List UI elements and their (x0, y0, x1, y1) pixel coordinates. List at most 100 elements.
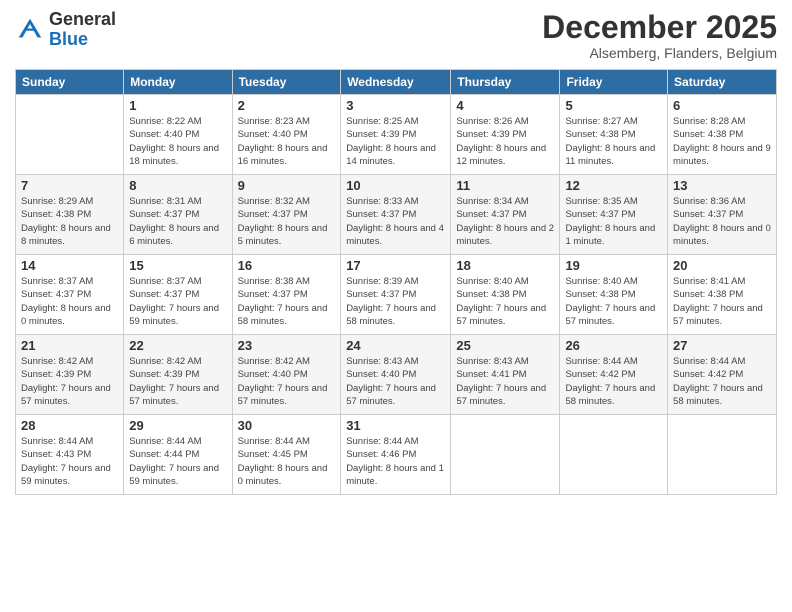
calendar-cell: 9 Sunrise: 8:32 AMSunset: 4:37 PMDaylight… (232, 175, 341, 255)
day-info: Sunrise: 8:28 AMSunset: 4:38 PMDaylight:… (673, 115, 771, 168)
day-info: Sunrise: 8:43 AMSunset: 4:41 PMDaylight:… (456, 355, 554, 408)
page-container: General Blue December 2025 Alsemberg, Fl… (0, 0, 792, 612)
calendar-cell: 14 Sunrise: 8:37 AMSunset: 4:37 PMDayligh… (16, 255, 124, 335)
day-number: 28 (21, 418, 118, 433)
calendar-cell: 3 Sunrise: 8:25 AMSunset: 4:39 PMDaylight… (341, 95, 451, 175)
calendar-table: Sunday Monday Tuesday Wednesday Thursday… (15, 69, 777, 495)
day-number: 18 (456, 258, 554, 273)
day-info: Sunrise: 8:37 AMSunset: 4:37 PMDaylight:… (129, 275, 226, 328)
day-info: Sunrise: 8:37 AMSunset: 4:37 PMDaylight:… (21, 275, 118, 328)
day-info: Sunrise: 8:44 AMSunset: 4:46 PMDaylight:… (346, 435, 445, 488)
calendar-cell: 30Sunrise: 8:44 AMSunset: 4:45 PMDayligh… (232, 415, 341, 495)
calendar-cell: 22 Sunrise: 8:42 AMSunset: 4:39 PMDayligh… (124, 335, 232, 415)
logo-general: General (49, 9, 116, 29)
calendar-cell: 28 Sunrise: 8:44 AMSunset: 4:43 PMDayligh… (16, 415, 124, 495)
header: General Blue December 2025 Alsemberg, Fl… (15, 10, 777, 61)
calendar-cell (668, 415, 777, 495)
day-number: 1 (129, 98, 226, 113)
col-tuesday: Tuesday (232, 70, 341, 95)
calendar-cell: 4 Sunrise: 8:26 AMSunset: 4:39 PMDaylight… (451, 95, 560, 175)
day-info: Sunrise: 8:42 AMSunset: 4:39 PMDaylight:… (129, 355, 226, 408)
day-number: 25 (456, 338, 554, 353)
calendar-cell: 10 Sunrise: 8:33 AMSunset: 4:37 PMDayligh… (341, 175, 451, 255)
calendar-cell: 24 Sunrise: 8:43 AMSunset: 4:40 PMDayligh… (341, 335, 451, 415)
calendar-cell: 15Sunrise: 8:37 AMSunset: 4:37 PMDayligh… (124, 255, 232, 335)
day-number: 10 (346, 178, 445, 193)
day-number: 11 (456, 178, 554, 193)
day-info: Sunrise: 8:32 AMSunset: 4:37 PMDaylight:… (238, 195, 336, 248)
col-sunday: Sunday (16, 70, 124, 95)
day-number: 7 (21, 178, 118, 193)
day-info: Sunrise: 8:34 AMSunset: 4:37 PMDaylight:… (456, 195, 554, 248)
day-info: Sunrise: 8:31 AMSunset: 4:37 PMDaylight:… (129, 195, 226, 248)
day-number: 24 (346, 338, 445, 353)
col-thursday: Thursday (451, 70, 560, 95)
day-info: Sunrise: 8:35 AMSunset: 4:37 PMDaylight:… (565, 195, 662, 248)
day-info: Sunrise: 8:40 AMSunset: 4:38 PMDaylight:… (456, 275, 554, 328)
day-number: 6 (673, 98, 771, 113)
calendar-week-row: 14 Sunrise: 8:37 AMSunset: 4:37 PMDayligh… (16, 255, 777, 335)
day-info: Sunrise: 8:44 AMSunset: 4:42 PMDaylight:… (673, 355, 771, 408)
calendar-cell: 12Sunrise: 8:35 AMSunset: 4:37 PMDayligh… (560, 175, 668, 255)
col-saturday: Saturday (668, 70, 777, 95)
calendar-cell: 19 Sunrise: 8:40 AMSunset: 4:38 PMDayligh… (560, 255, 668, 335)
day-info: Sunrise: 8:27 AMSunset: 4:38 PMDaylight:… (565, 115, 662, 168)
calendar-week-row: 21Sunrise: 8:42 AMSunset: 4:39 PMDayligh… (16, 335, 777, 415)
day-info: Sunrise: 8:43 AMSunset: 4:40 PMDaylight:… (346, 355, 445, 408)
calendar-header-row: Sunday Monday Tuesday Wednesday Thursday… (16, 70, 777, 95)
day-info: Sunrise: 8:25 AMSunset: 4:39 PMDaylight:… (346, 115, 445, 168)
calendar-cell: 13Sunrise: 8:36 AMSunset: 4:37 PMDayligh… (668, 175, 777, 255)
calendar-cell: 11 Sunrise: 8:34 AMSunset: 4:37 PMDayligh… (451, 175, 560, 255)
calendar-cell: 16Sunrise: 8:38 AMSunset: 4:37 PMDayligh… (232, 255, 341, 335)
calendar-cell (451, 415, 560, 495)
day-info: Sunrise: 8:22 AMSunset: 4:40 PMDaylight:… (129, 115, 226, 168)
day-number: 30 (238, 418, 336, 433)
col-monday: Monday (124, 70, 232, 95)
day-number: 26 (565, 338, 662, 353)
day-info: Sunrise: 8:40 AMSunset: 4:38 PMDaylight:… (565, 275, 662, 328)
col-friday: Friday (560, 70, 668, 95)
day-info: Sunrise: 8:39 AMSunset: 4:37 PMDaylight:… (346, 275, 445, 328)
day-info: Sunrise: 8:44 AMSunset: 4:43 PMDaylight:… (21, 435, 118, 488)
calendar-cell: 26 Sunrise: 8:44 AMSunset: 4:42 PMDayligh… (560, 335, 668, 415)
calendar-cell: 5Sunrise: 8:27 AMSunset: 4:38 PMDaylight… (560, 95, 668, 175)
calendar-week-row: 7 Sunrise: 8:29 AMSunset: 4:38 PMDaylight… (16, 175, 777, 255)
day-info: Sunrise: 8:44 AMSunset: 4:44 PMDaylight:… (129, 435, 226, 488)
calendar-cell (16, 95, 124, 175)
day-number: 4 (456, 98, 554, 113)
day-number: 31 (346, 418, 445, 433)
title-block: December 2025 Alsemberg, Flanders, Belgi… (542, 10, 777, 61)
day-number: 20 (673, 258, 771, 273)
day-number: 9 (238, 178, 336, 193)
calendar-week-row: 1 Sunrise: 8:22 AMSunset: 4:40 PMDaylight… (16, 95, 777, 175)
day-info: Sunrise: 8:26 AMSunset: 4:39 PMDaylight:… (456, 115, 554, 168)
day-info: Sunrise: 8:23 AMSunset: 4:40 PMDaylight:… (238, 115, 336, 168)
calendar-cell: 20Sunrise: 8:41 AMSunset: 4:38 PMDayligh… (668, 255, 777, 335)
day-number: 3 (346, 98, 445, 113)
day-number: 23 (238, 338, 336, 353)
calendar-cell: 6 Sunrise: 8:28 AMSunset: 4:38 PMDaylight… (668, 95, 777, 175)
day-number: 14 (21, 258, 118, 273)
calendar-cell: 21Sunrise: 8:42 AMSunset: 4:39 PMDayligh… (16, 335, 124, 415)
day-number: 22 (129, 338, 226, 353)
day-info: Sunrise: 8:42 AMSunset: 4:39 PMDaylight:… (21, 355, 118, 408)
calendar-cell: 17Sunrise: 8:39 AMSunset: 4:37 PMDayligh… (341, 255, 451, 335)
calendar-cell: 31 Sunrise: 8:44 AMSunset: 4:46 PMDayligh… (341, 415, 451, 495)
calendar-cell: 25 Sunrise: 8:43 AMSunset: 4:41 PMDayligh… (451, 335, 560, 415)
day-info: Sunrise: 8:38 AMSunset: 4:37 PMDaylight:… (238, 275, 336, 328)
calendar-cell: 7 Sunrise: 8:29 AMSunset: 4:38 PMDaylight… (16, 175, 124, 255)
calendar-cell: 1 Sunrise: 8:22 AMSunset: 4:40 PMDaylight… (124, 95, 232, 175)
month-title: December 2025 (542, 10, 777, 45)
day-number: 27 (673, 338, 771, 353)
day-info: Sunrise: 8:33 AMSunset: 4:37 PMDaylight:… (346, 195, 445, 248)
day-info: Sunrise: 8:44 AMSunset: 4:42 PMDaylight:… (565, 355, 662, 408)
calendar-cell: 27 Sunrise: 8:44 AMSunset: 4:42 PMDayligh… (668, 335, 777, 415)
calendar-cell: 23Sunrise: 8:42 AMSunset: 4:40 PMDayligh… (232, 335, 341, 415)
calendar-week-row: 28 Sunrise: 8:44 AMSunset: 4:43 PMDayligh… (16, 415, 777, 495)
calendar-cell: 2Sunrise: 8:23 AMSunset: 4:40 PMDaylight… (232, 95, 341, 175)
day-info: Sunrise: 8:29 AMSunset: 4:38 PMDaylight:… (21, 195, 118, 248)
location: Alsemberg, Flanders, Belgium (542, 45, 777, 61)
calendar-cell (560, 415, 668, 495)
day-number: 19 (565, 258, 662, 273)
logo-blue: Blue (49, 29, 88, 49)
